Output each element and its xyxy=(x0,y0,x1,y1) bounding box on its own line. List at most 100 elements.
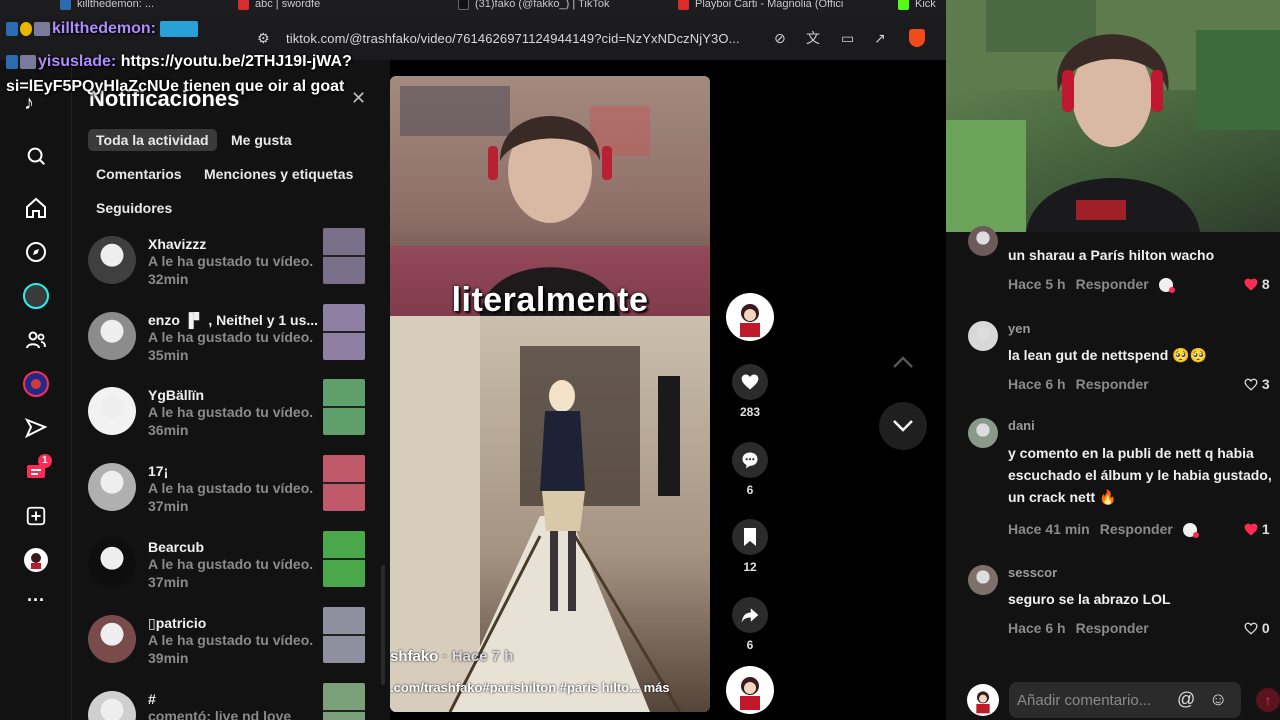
video-thumbnail[interactable] xyxy=(323,228,365,284)
site-settings-icon[interactable]: ⚙ xyxy=(257,30,270,46)
comment-user[interactable]: yen xyxy=(1008,321,1030,336)
notification-item[interactable]: Bearcub A le ha gustado tu vídeo. 37min xyxy=(88,531,368,599)
browser-tab[interactable]: Playboi Carti - Magnolia (Offici xyxy=(678,0,843,12)
comment-input-box[interactable]: @ ☺ xyxy=(1009,682,1241,718)
notification-item[interactable]: YgBällïn A le ha gustado tu vídeo. 36min xyxy=(88,379,368,447)
inbox-icon[interactable] xyxy=(22,414,50,442)
like-action[interactable]: 283 xyxy=(726,364,774,419)
video-thumbnail[interactable] xyxy=(323,683,365,720)
reply-button[interactable]: Responder xyxy=(1100,521,1173,537)
tab-favicon xyxy=(678,0,689,10)
filter-all-activity[interactable]: Toda la actividad xyxy=(88,129,217,151)
avatar[interactable] xyxy=(88,463,136,511)
filter-followers[interactable]: Seguidores xyxy=(88,197,180,219)
browser-tab[interactable]: killthedemon: ... xyxy=(60,0,154,12)
next-video-button[interactable] xyxy=(879,402,927,450)
notification-user[interactable]: enzo ▐▘ , Neithel y 1 us... xyxy=(148,312,318,329)
filter-likes[interactable]: Me gusta xyxy=(223,129,300,151)
send-comment-button[interactable]: ↑ xyxy=(1256,688,1280,712)
chat-message: yisuslade: https://youtu.be/2THJ19I-jWA? xyxy=(6,53,352,71)
mention-icon[interactable]: @ xyxy=(1177,689,1195,710)
notification-user[interactable]: Xhavizzz xyxy=(148,236,206,252)
no-tracking-icon[interactable]: ⊘ xyxy=(774,30,786,46)
messages-icon[interactable]: 1 xyxy=(22,454,52,486)
comment-icon[interactable] xyxy=(732,442,768,478)
upload-icon[interactable] xyxy=(22,502,50,530)
notification-item[interactable]: # comentó: live nd love xyxy=(88,683,368,720)
video-caption-overlay: literalmente xyxy=(451,281,649,319)
following-icon[interactable] xyxy=(22,326,50,354)
notification-item[interactable]: 17¡ A le ha gustado tu vídeo. 37min xyxy=(88,455,368,523)
music-disc-avatar[interactable] xyxy=(726,666,774,714)
notification-text: A le ha gustado tu vídeo. xyxy=(148,480,314,496)
notification-user[interactable]: # xyxy=(148,691,156,707)
brave-shield-icon[interactable] xyxy=(909,29,925,47)
save-action[interactable]: 12 xyxy=(726,519,774,574)
avatar[interactable] xyxy=(88,312,136,360)
comments-panel: un sharau a París hilton wacho Hace 5 h Re… xyxy=(946,226,1280,720)
browser-tab[interactable]: abc | swordfe xyxy=(238,0,320,12)
notification-item[interactable]: ▯patricio A le ha gustado tu vídeo. 39min xyxy=(88,607,368,675)
video-thumbnail[interactable] xyxy=(323,607,365,663)
url-text[interactable]: tiktok.com/@trashfako/video/761462697112… xyxy=(286,31,740,46)
comment-user[interactable]: dani xyxy=(1008,418,1035,433)
heart-icon[interactable] xyxy=(732,364,768,400)
translate-icon[interactable]: 文 xyxy=(806,30,820,46)
share-icon[interactable]: ↗ xyxy=(874,30,886,46)
scrollbar[interactable] xyxy=(381,565,385,685)
more-link[interactable]: más xyxy=(644,680,670,695)
reply-button[interactable]: Responder xyxy=(1076,620,1149,636)
avatar[interactable] xyxy=(88,387,136,435)
filter-mentions[interactable]: Menciones y etiquetas xyxy=(196,163,361,185)
comment-input[interactable] xyxy=(1017,682,1177,718)
comment-like-button[interactable]: 1 xyxy=(1244,521,1270,537)
search-icon[interactable] xyxy=(22,142,50,170)
profile-icon[interactable] xyxy=(22,546,50,574)
previous-video-button[interactable] xyxy=(879,338,927,386)
notification-user[interactable]: 17¡ xyxy=(148,463,168,479)
filter-comments[interactable]: Comentarios xyxy=(88,163,190,185)
reply-button[interactable]: Responder xyxy=(1076,376,1149,392)
cast-icon[interactable]: ▭ xyxy=(841,30,854,46)
bookmark-icon[interactable] xyxy=(732,519,768,555)
video-thumbnail[interactable] xyxy=(323,455,365,511)
comment-action[interactable]: 6 xyxy=(726,442,774,497)
video-thumbnail[interactable] xyxy=(323,531,365,587)
video-player[interactable]: literalmente shfako · Hace 7 h .com/tras… xyxy=(390,76,710,712)
comment-like-button[interactable]: 3 xyxy=(1244,376,1270,392)
explore-icon[interactable] xyxy=(22,238,50,266)
avatar[interactable] xyxy=(968,321,998,351)
tab-favicon xyxy=(458,0,469,10)
notification-user[interactable]: YgBällïn xyxy=(148,387,204,403)
avatar[interactable] xyxy=(968,565,998,595)
comment-count: 6 xyxy=(746,483,754,497)
more-icon[interactable]: ··· xyxy=(22,586,50,614)
avatar[interactable] xyxy=(88,236,136,284)
notification-user[interactable]: ▯patricio xyxy=(148,615,206,632)
avatar[interactable] xyxy=(968,226,998,256)
creator-avatar[interactable] xyxy=(726,293,774,341)
avatar[interactable] xyxy=(88,691,136,720)
share-icon[interactable] xyxy=(732,597,768,633)
comment-like-button[interactable]: 0 xyxy=(1244,620,1270,636)
avatar[interactable] xyxy=(968,418,998,448)
video-thumbnail[interactable] xyxy=(323,379,365,435)
home-icon[interactable] xyxy=(22,194,50,222)
notification-item[interactable]: Xhavizzz A le ha gustado tu vídeo. 32min xyxy=(88,228,368,296)
browser-tab[interactable]: Kick xyxy=(898,0,936,12)
video-thumbnail[interactable] xyxy=(323,304,365,360)
emoji-icon[interactable]: ☺ xyxy=(1209,689,1227,710)
browser-tab[interactable]: (31)fako (@fakko_) | TikTok xyxy=(458,0,609,12)
avatar[interactable] xyxy=(88,615,136,663)
video-author[interactable]: shfako · Hace 7 h xyxy=(390,648,513,665)
rainbow-icon[interactable] xyxy=(22,370,50,398)
reply-button[interactable]: Responder xyxy=(1076,276,1149,292)
comment-user[interactable]: sesscor xyxy=(1008,565,1057,580)
live-icon[interactable] xyxy=(22,282,50,310)
close-icon[interactable]: ✕ xyxy=(351,88,366,109)
share-action[interactable]: 6 xyxy=(726,597,774,652)
comment-like-button[interactable]: 8 xyxy=(1244,276,1270,292)
notification-user[interactable]: Bearcub xyxy=(148,539,204,555)
avatar[interactable] xyxy=(88,539,136,587)
notification-item[interactable]: enzo ▐▘ , Neithel y 1 us... A le ha gusta… xyxy=(88,304,368,372)
